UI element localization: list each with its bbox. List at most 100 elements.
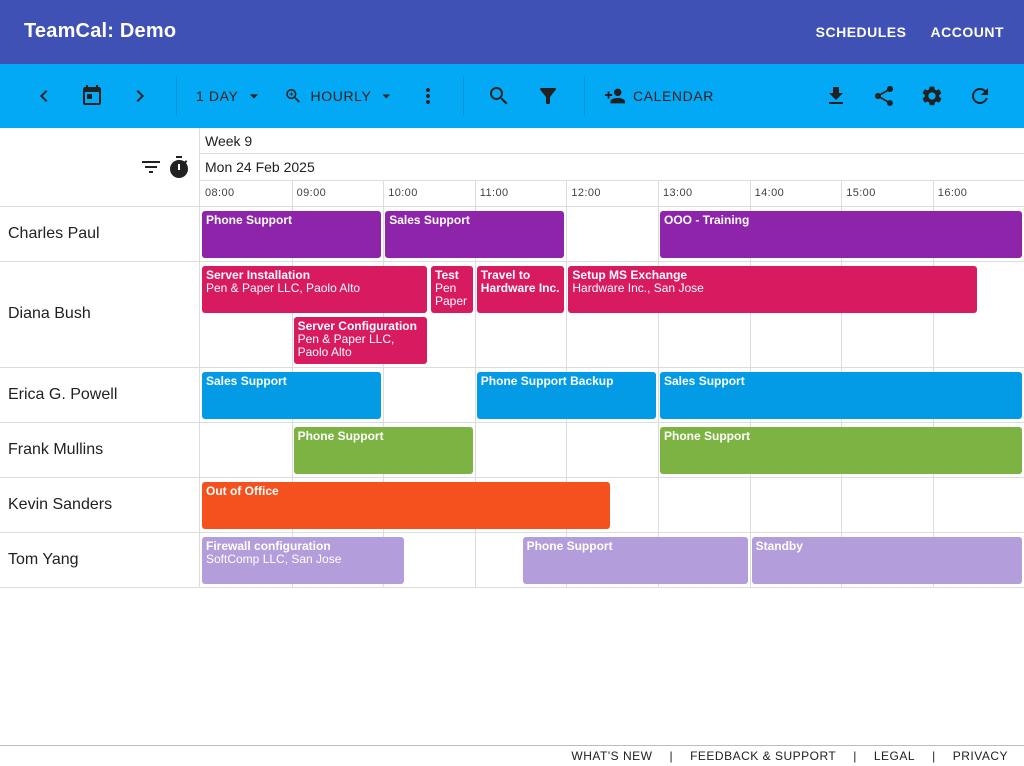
event-title: OOO - Training <box>664 213 750 227</box>
app-bar: TeamCal: Demo SCHEDULES ACCOUNT <box>0 0 1024 64</box>
event-block[interactable]: Setup MS Exchange Hardware Inc., San Jose <box>568 266 977 313</box>
today-button[interactable] <box>76 64 108 128</box>
hour-label: 15:00 <box>846 187 876 199</box>
event-block[interactable]: Phone Support <box>660 427 1022 474</box>
app-title: TeamCal: Demo <box>24 20 177 42</box>
share-button[interactable] <box>868 64 900 128</box>
more-vert-icon <box>426 88 430 104</box>
week-label: Week 9 <box>205 133 253 149</box>
refresh-icon <box>972 88 988 104</box>
event-title: Out of Office <box>206 484 279 498</box>
event-block[interactable]: Phone Support <box>202 211 382 258</box>
event-block[interactable]: Server Configuration Pen & Paper LLC, Pao… <box>293 317 427 364</box>
resource-row: Tom Yang Firewall configuration SoftComp L… <box>0 533 1024 588</box>
event-subtitle: Pen Paper <box>435 281 468 308</box>
nav-account[interactable]: ACCOUNT <box>931 24 1005 40</box>
toolbar-divider <box>463 76 464 116</box>
event-block[interactable]: Server Installation Pen & Paper LLC, Paol… <box>202 266 427 313</box>
zoom-label: HOURLY <box>310 88 372 104</box>
event-block[interactable]: Firewall configuration SoftComp LLC, San … <box>202 537 405 584</box>
nav-schedules[interactable]: SCHEDULES <box>816 24 907 40</box>
header-divider <box>200 180 1024 181</box>
row-divider <box>0 587 1024 588</box>
footer-link-feedback[interactable]: FEEDBACK & SUPPORT <box>690 749 836 763</box>
refresh-button[interactable] <box>964 64 996 128</box>
resource-name[interactable]: Erica G. Powell <box>8 386 117 404</box>
resource-row: Frank Mullins Phone Support Phone Support <box>0 423 1024 478</box>
toolbar-divider <box>176 76 177 116</box>
footer-link-privacy[interactable]: PRIVACY <box>953 749 1008 763</box>
event-title: Phone Support <box>664 429 750 443</box>
footer-link-whats-new[interactable]: WHAT'S NEW <box>571 749 652 763</box>
event-title: Sales Support <box>664 374 745 388</box>
range-label: 1 DAY <box>196 88 239 104</box>
event-block[interactable]: Out of Office <box>202 482 611 529</box>
range-dropdown[interactable]: 1 DAY <box>196 64 268 128</box>
event-title: Phone Support <box>206 213 292 227</box>
prev-button[interactable] <box>28 64 60 128</box>
event-title: Phone Support Backup <box>480 374 614 388</box>
timer-icon <box>170 156 188 178</box>
toolbar-divider <box>584 76 585 116</box>
date-label: Mon 24 Feb 2025 <box>205 159 315 175</box>
hour-label: 10:00 <box>388 187 418 199</box>
event-subtitle: SoftComp LLC, San Jose <box>206 552 342 566</box>
event-title: Sales Support <box>206 374 287 388</box>
resource-name[interactable]: Kevin Sanders <box>8 496 112 514</box>
filter-button[interactable] <box>532 64 564 128</box>
resource-row: Charles Paul Phone Support Sales Support OO… <box>0 207 1024 262</box>
hour-label: 11:00 <box>479 187 509 199</box>
search-button[interactable] <box>483 64 515 128</box>
footer-separator: | <box>932 749 936 763</box>
resource-name[interactable]: Tom Yang <box>8 551 79 569</box>
event-block[interactable]: Phone Support <box>293 427 473 474</box>
add-calendar-button[interactable]: CALENDAR <box>604 64 714 128</box>
download-icon <box>829 87 843 104</box>
next-button[interactable] <box>124 64 156 128</box>
timer-button[interactable] <box>167 155 191 179</box>
more-button[interactable] <box>412 64 444 128</box>
footer-link-legal[interactable]: LEGAL <box>874 749 915 763</box>
event-block[interactable]: Sales Support <box>202 372 382 419</box>
search-icon <box>490 87 508 105</box>
event-subtitle: Hardware Inc., San Jose <box>572 281 704 295</box>
event-block[interactable]: Phone Support <box>522 537 748 584</box>
event-subtitle: Pen & Paper LLC, Paolo Alto <box>206 281 361 295</box>
hour-label: 12:00 <box>571 187 601 199</box>
event-block[interactable]: Sales Support <box>660 372 1022 419</box>
event-block[interactable]: Sales Support <box>385 211 565 258</box>
zoom-dropdown[interactable]: HOURLY <box>284 64 396 128</box>
person-add-icon <box>604 88 626 104</box>
zoom-in-icon <box>286 89 300 103</box>
event-block[interactable]: Test Pen Paper <box>431 266 473 313</box>
event-block[interactable]: Standby <box>751 537 1022 584</box>
header-divider <box>200 153 1024 154</box>
filter-icon <box>539 88 557 104</box>
hour-label: 13:00 <box>663 187 693 199</box>
resource-row: Diana Bush Server Installation Pen & Paper… <box>0 262 1024 368</box>
resource-row: Kevin Sanders Out of Office <box>0 478 1024 533</box>
event-title: Phone Support <box>297 429 384 443</box>
calendar-today-icon <box>83 85 101 105</box>
resource-name[interactable]: Charles Paul <box>8 225 100 243</box>
resource-filter-button[interactable] <box>139 155 163 179</box>
event-title: Phone Support <box>526 539 613 553</box>
footer-separator: | <box>853 749 857 763</box>
download-button[interactable] <box>820 64 852 128</box>
add-calendar-label: CALENDAR <box>632 88 714 104</box>
top-nav: SCHEDULES ACCOUNT <box>816 0 1004 64</box>
resource-name[interactable]: Diana Bush <box>8 305 91 323</box>
toolbar: 1 DAY HOURLY CALENDAR <box>0 64 1024 128</box>
event-block[interactable]: OOO - Training <box>660 211 1022 258</box>
hour-label: 08:00 <box>205 187 235 199</box>
settings-button[interactable] <box>916 64 948 128</box>
footer: WHAT'S NEW | FEEDBACK & SUPPORT | LEGAL … <box>0 745 1024 766</box>
event-block[interactable]: Phone Support Backup <box>476 372 656 419</box>
chevron-left-icon <box>40 90 48 102</box>
event-subtitle: Pen & Paper LLC, Paolo Alto <box>297 332 395 359</box>
event-block[interactable]: Travel to Hardware Inc. <box>476 266 565 313</box>
event-title: Travel to Hardware Inc. <box>480 268 560 295</box>
event-title: Sales Support <box>389 213 470 227</box>
resource-name[interactable]: Frank Mullins <box>8 441 103 459</box>
share-icon <box>875 86 893 106</box>
